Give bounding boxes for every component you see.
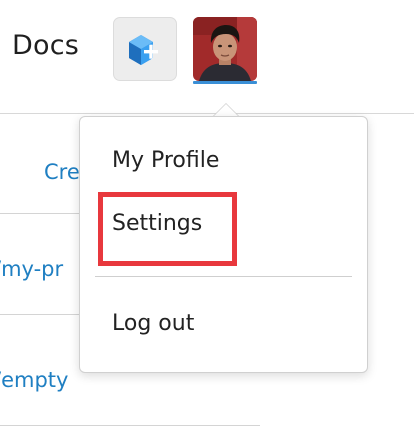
avatar[interactable] <box>193 17 257 81</box>
menu-item-label: My Profile <box>112 148 220 173</box>
menu-item-label: Log out <box>112 311 195 336</box>
menu-item-label: Settings <box>112 211 203 236</box>
menu-item-my-profile[interactable]: My Profile <box>80 135 367 191</box>
menu-item-settings[interactable]: Settings <box>80 198 367 254</box>
app-header: Docs <box>0 0 414 114</box>
list-item-link[interactable]: /my-pr <box>0 257 63 281</box>
new-document-button[interactable] <box>113 17 177 81</box>
list-item-link[interactable]: /empty <box>0 368 68 392</box>
page-title: Docs <box>12 30 80 61</box>
menu-item-log-out[interactable]: Log out <box>80 298 367 354</box>
menu-divider <box>95 276 352 277</box>
list-item-link[interactable]: Cre <box>44 160 80 184</box>
docs-page: Docs Cre /my-pr /empty My Profile Settin… <box>0 0 414 440</box>
avatar-active-indicator <box>193 81 257 84</box>
user-avatar-icon <box>193 17 257 81</box>
user-menu: My Profile Settings Log out <box>79 116 368 373</box>
new-document-icon <box>129 35 158 65</box>
